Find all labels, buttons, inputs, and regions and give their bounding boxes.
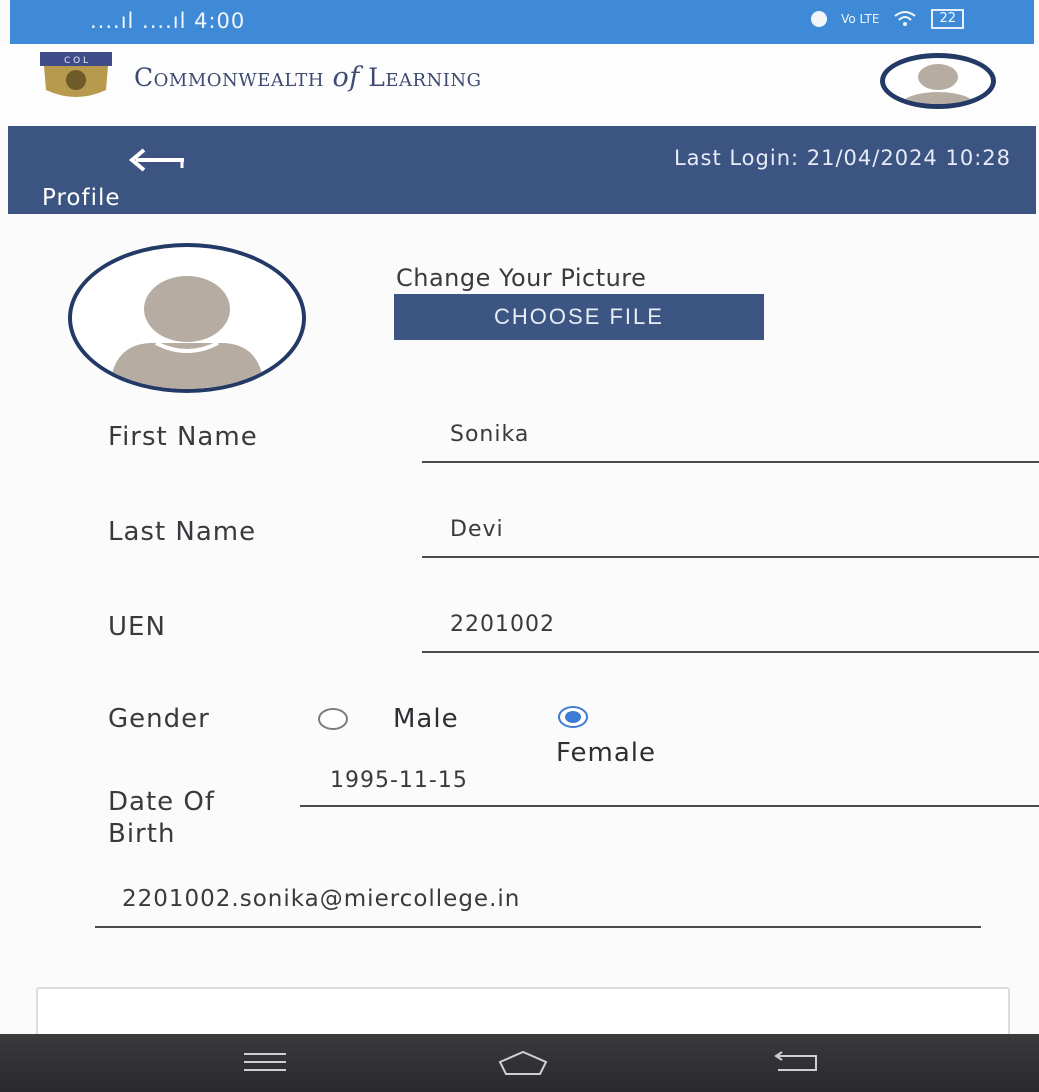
first-name-input[interactable]: Sonika xyxy=(450,422,529,447)
back-arrow-icon[interactable] xyxy=(128,146,186,172)
alarm-icon xyxy=(811,11,828,27)
gender-male-label[interactable]: Male xyxy=(393,704,459,734)
dob-underline xyxy=(300,805,1039,807)
choose-file-button[interactable]: CHOOSE FILE xyxy=(394,294,764,340)
last-login-text: Last Login: 21/04/2024 10:28 xyxy=(673,146,1011,170)
first-name-label: First Name xyxy=(108,422,258,452)
last-name-input[interactable]: Devi xyxy=(450,517,504,542)
dob-label: Date Of Birth xyxy=(108,786,215,850)
back-icon[interactable] xyxy=(768,1050,820,1074)
uen-input[interactable]: 2201002 xyxy=(450,612,555,637)
email-underline xyxy=(95,926,981,928)
network-indicator: Vo LTE xyxy=(841,12,880,26)
brand-name: Commonwealth of Learning xyxy=(134,62,482,93)
uen-label: UEN xyxy=(108,612,166,642)
last-name-underline xyxy=(422,556,1039,558)
user-avatar-icon xyxy=(900,64,976,104)
dob-input[interactable]: 1995-11-15 xyxy=(330,768,468,793)
email-input[interactable]: 2201002.sonika@miercollege.in xyxy=(122,886,520,912)
user-avatar-icon xyxy=(110,276,264,389)
battery-icon: 22 xyxy=(931,9,964,29)
gender-label: Gender xyxy=(108,704,210,734)
profile-avatar xyxy=(68,243,306,393)
col-logo: C O L xyxy=(40,52,112,97)
change-picture-label: Change Your Picture xyxy=(396,264,647,292)
svg-text:C O L: C O L xyxy=(64,56,88,66)
uen-underline xyxy=(422,651,1039,653)
dob-label-line2: Birth xyxy=(108,819,176,849)
gender-male-radio[interactable] xyxy=(318,708,348,730)
status-bar: ....ıl ....ıl 4:00 Vo LTE 22 xyxy=(10,0,1034,44)
brand-name-part1: Commonwealth xyxy=(134,63,333,92)
header-user-avatar[interactable] xyxy=(880,53,996,109)
status-icons: Vo LTE 22 xyxy=(811,9,964,29)
status-time: ....ıl ....ıl 4:00 xyxy=(90,9,246,33)
first-name-underline xyxy=(422,461,1039,463)
gender-female-radio[interactable] xyxy=(558,706,588,728)
home-icon[interactable] xyxy=(496,1050,550,1076)
gender-female-label[interactable]: Female xyxy=(556,738,656,768)
page-title: Profile xyxy=(42,185,121,211)
menu-icon[interactable] xyxy=(242,1050,288,1074)
brand-name-part2: Learning xyxy=(359,63,482,92)
brand-name-of: of xyxy=(332,62,360,93)
last-name-label: Last Name xyxy=(108,517,257,547)
dob-label-line1: Date Of xyxy=(108,787,216,817)
wifi-icon xyxy=(894,11,917,26)
